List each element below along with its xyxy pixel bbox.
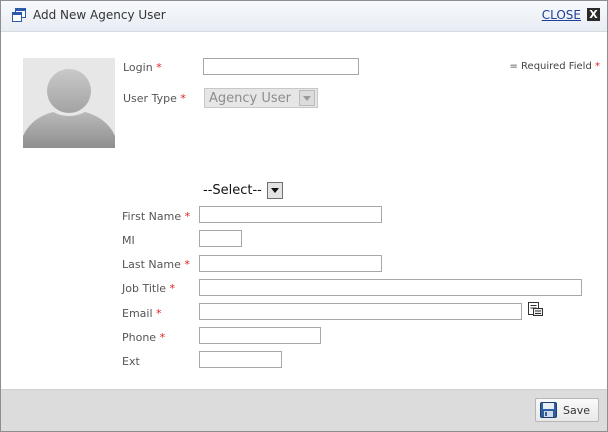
close-icon[interactable]: X [587, 8, 600, 21]
add-agency-user-dialog: Add New Agency User CLOSE X = Required F… [0, 0, 608, 432]
user-type-select[interactable]: Agency User [204, 88, 318, 108]
save-icon [539, 402, 557, 418]
email-input[interactable] [199, 303, 522, 320]
first-name-input[interactable] [199, 206, 382, 223]
dialog-footer: Save [1, 389, 607, 431]
ext-label: Ext [122, 355, 140, 368]
dialog-title: Add New Agency User [33, 8, 166, 22]
save-button[interactable]: Save [534, 398, 599, 422]
last-name-label: Last Name * [122, 258, 190, 271]
required-field-note: = Required Field * [509, 61, 600, 72]
add-window-icon [12, 8, 26, 22]
user-type-label: User Type * [123, 92, 186, 105]
job-title-label: Job Title * [122, 282, 176, 295]
mi-label: MI [122, 234, 135, 247]
ext-input[interactable] [199, 351, 282, 368]
agency-select[interactable]: --Select-- [199, 181, 283, 199]
login-input[interactable] [203, 58, 359, 75]
avatar [23, 58, 115, 148]
job-title-input[interactable] [199, 279, 582, 296]
close-link[interactable]: CLOSE [542, 8, 581, 22]
address-book-icon[interactable] [527, 301, 544, 317]
last-name-input[interactable] [199, 255, 382, 272]
first-name-label: First Name * [122, 210, 191, 223]
mi-input[interactable] [199, 230, 242, 247]
login-label: Login * [123, 61, 162, 74]
phone-input[interactable] [199, 327, 321, 344]
chevron-down-icon [266, 181, 283, 199]
chevron-down-icon [299, 90, 315, 106]
email-label: Email * [122, 307, 162, 320]
avatar-placeholder [23, 69, 115, 148]
dialog-titlebar: Add New Agency User CLOSE X [1, 1, 607, 32]
phone-label: Phone * [122, 331, 166, 344]
